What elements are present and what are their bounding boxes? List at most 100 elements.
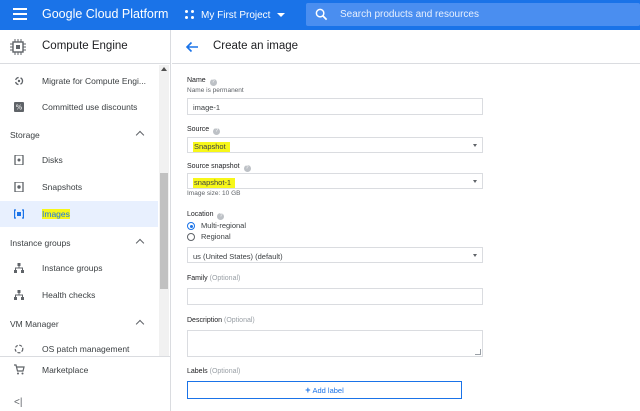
help-icon[interactable]: ? [217,213,225,220]
field-label: Location [187,211,214,218]
source-snapshot-label: Source snapshot? [187,163,251,172]
health-check-icon [14,290,24,300]
sidebar-title: Compute Engine [42,40,128,52]
sidebar-nav: Migrate for Compute Engi... % Committed … [0,65,158,385]
dropdown-arrow-icon [473,180,477,183]
snapshot-icon [14,182,24,192]
sidebar: Compute Engine Migrate for Compute Engi.… [0,30,171,411]
sidebar-item-label: OS patch management [42,344,130,354]
add-label-text: Add label [312,386,344,395]
description-textarea[interactable] [187,330,483,357]
back-arrow-icon[interactable] [185,40,199,54]
migrate-icon [14,76,24,86]
page-title: Create an image [213,40,299,52]
search-input[interactable]: Search products and resources [306,3,640,26]
section-label: Storage [10,130,40,140]
field-label: Description [187,317,223,324]
image-icon [14,209,24,219]
optional-tag: (Optional) [224,317,255,324]
dropdown-arrow-icon [473,254,477,257]
family-input[interactable] [187,288,483,305]
help-icon[interactable]: ? [209,79,217,86]
section-instance-groups[interactable]: Instance groups [0,230,158,254]
name-value: image-1 [193,103,221,112]
chevron-up-icon [135,319,145,329]
percent-icon: % [14,102,24,112]
section-storage[interactable]: Storage [0,122,158,146]
optional-tag: (Optional) [209,368,241,375]
section-label: Instance groups [10,238,71,248]
name-hint: Name is permanent [187,87,244,94]
svg-text:%: % [16,104,23,112]
scrollbar-thumb[interactable] [160,173,168,289]
optional-tag: (Optional) [209,275,241,282]
sidebar-item-marketplace[interactable]: Marketplace [0,357,170,383]
sidebar-item-label: Health checks [42,290,96,300]
sidebar-item-label: Snapshots [42,182,83,192]
page-header: Create an image [172,30,640,64]
plus-icon: + [305,385,311,395]
sidebar-item-label: Images [42,209,70,219]
field-label: Source snapshot [187,163,240,170]
sidebar-item-label: Migrate for Compute Engi... [42,76,146,86]
sidebar-item-label: Committed use discounts [42,102,138,112]
section-label: VM Manager [10,319,59,329]
search-placeholder: Search products and resources [340,9,479,20]
source-snapshot-select[interactable]: snapshot-1 [187,173,483,189]
field-label: Name [187,77,206,84]
section-vm-manager[interactable]: VM Manager [0,311,158,335]
chevron-up-icon [135,130,145,140]
source-label: Source? [187,126,221,135]
search-icon [315,8,328,21]
sidebar-item-committed-use[interactable]: % Committed use discounts [0,94,158,120]
region-value: us (United States) (default) [193,252,283,261]
sidebar-item-label: Instance groups [42,263,103,273]
field-label: Labels [187,368,208,375]
name-input[interactable]: image-1 [187,98,483,115]
image-size-hint: Image size: 10 GB [187,190,241,197]
chevron-up-icon [135,238,145,248]
radio-label: Regional [201,232,231,241]
instance-groups-icon [14,263,24,273]
sidebar-item-health-checks[interactable]: Health checks [0,282,158,308]
sidebar-item-snapshots[interactable]: Snapshots [0,174,158,200]
source-select[interactable]: Snapshot [187,137,483,153]
sidebar-item-disks[interactable]: Disks [0,147,158,173]
source-snapshot-value: snapshot-1 [193,178,236,188]
disk-icon [14,155,24,165]
sidebar-item-images[interactable]: Images [0,201,158,227]
resize-handle[interactable] [475,349,481,355]
cart-icon [14,364,25,375]
sidebar-footer: Marketplace <| [0,356,170,411]
sidebar-header: Compute Engine [0,30,170,64]
add-label-button[interactable]: + Add label [187,381,462,399]
dropdown-arrow-icon [473,144,477,147]
patch-icon [14,344,24,354]
sidebar-item-label: Disks [42,155,63,165]
brand-title[interactable]: Google Cloud Platform [42,7,168,21]
sidebar-scrollbar[interactable] [159,65,169,385]
family-label: Family (Optional) [187,275,240,282]
description-label: Description (Optional) [187,317,255,324]
project-name: My First Project [201,9,271,21]
source-value: Snapshot [193,142,230,152]
sidebar-item-instance-groups[interactable]: Instance groups [0,255,158,281]
top-app-bar: Google Cloud Platform My First Project S… [0,0,640,30]
menu-icon[interactable] [13,8,27,20]
help-icon[interactable]: ? [243,165,251,172]
region-select[interactable]: us (United States) (default) [187,247,483,263]
sidebar-item-label: Marketplace [42,365,89,375]
compute-engine-icon [10,39,26,55]
name-label: Name? [187,77,217,86]
dropdown-arrow-icon [277,13,286,17]
scroll-up-icon[interactable] [161,67,167,71]
labels-label: Labels (Optional) [187,368,240,375]
radio-selected-icon [187,222,195,230]
project-selector[interactable]: My First Project [185,6,286,24]
help-icon[interactable]: ? [213,128,221,135]
sidebar-item-migrate[interactable]: Migrate for Compute Engi... [0,68,158,94]
project-icon [185,10,195,20]
radio-label: Multi-regional [201,221,247,230]
collapse-sidebar-icon[interactable]: <| [14,398,26,408]
location-label: Location? [187,211,225,220]
